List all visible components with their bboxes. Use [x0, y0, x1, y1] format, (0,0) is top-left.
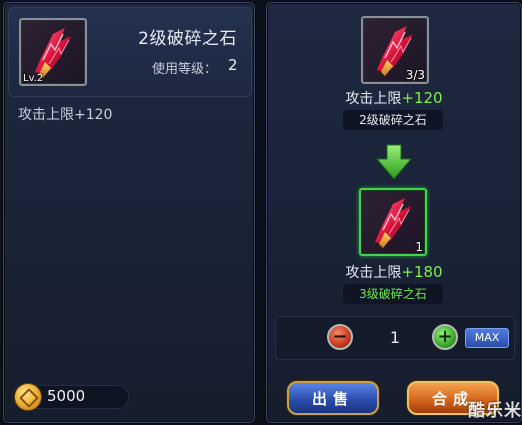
item-attribute: 攻击上限+120: [18, 107, 113, 123]
item-header: Lv.2 2级破碎之石 使用等级： 2: [8, 7, 252, 97]
source-item-count: 3/3: [405, 68, 425, 82]
minus-icon: −: [332, 326, 348, 347]
down-arrow-icon: [375, 144, 413, 180]
gold-coin-icon: [14, 383, 42, 411]
plus-button[interactable]: +: [432, 324, 458, 350]
combine-panel: 3/3 攻击上限+120 2级破碎之石 1 攻击上限+180 3级破碎之石 − …: [266, 2, 522, 423]
source-attribute: 攻击上限+120: [267, 88, 521, 108]
quantity-value[interactable]: 1: [385, 328, 405, 347]
result-item-count: 1: [415, 240, 423, 254]
gold-amount: 5000: [47, 387, 86, 405]
source-attribute-value: +120: [401, 89, 443, 107]
source-item-name: 2级破碎之石: [343, 110, 443, 130]
result-attribute: 攻击上限+180: [267, 262, 521, 282]
item-name: 2级破碎之石: [138, 29, 237, 49]
item-level-badge: Lv.2: [23, 73, 44, 84]
result-attribute-label: 攻击上限: [345, 265, 402, 281]
plus-icon: +: [437, 326, 453, 347]
source-item-slot[interactable]: 3/3: [361, 16, 429, 84]
source-attribute-label: 攻击上限: [345, 91, 402, 107]
use-level-label: 使用等级：: [152, 62, 218, 77]
use-level-value: 2: [228, 56, 238, 74]
sell-button[interactable]: 出售: [287, 381, 379, 415]
watermark: 酷乐米: [468, 401, 522, 421]
max-button[interactable]: MAX: [465, 328, 509, 348]
item-info-panel: Lv.2 2级破碎之石 使用等级： 2 攻击上限+120: [3, 2, 255, 423]
result-attribute-value: +180: [401, 263, 443, 281]
result-item-name: 3级破碎之石: [343, 284, 443, 304]
item-slot[interactable]: Lv.2: [19, 18, 87, 86]
result-item-slot[interactable]: 1: [359, 188, 427, 256]
minus-button[interactable]: −: [327, 324, 353, 350]
